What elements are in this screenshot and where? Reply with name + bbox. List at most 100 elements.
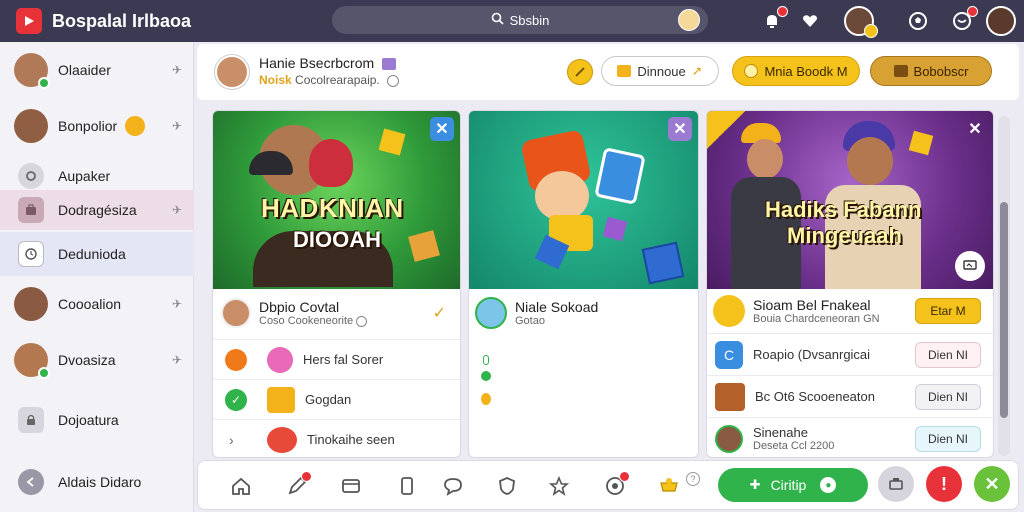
game-card-image[interactable]: Hadiks Fabann Mingeuaah <box>707 111 993 289</box>
sidebar-item-label: Bonpolior <box>58 118 118 134</box>
pin-icon[interactable]: ✈ <box>172 63 182 77</box>
globe-icon[interactable] <box>602 471 630 499</box>
screen-icon[interactable] <box>955 251 985 281</box>
dien-button[interactable]: Dien NI <box>915 341 981 368</box>
sidebar-item-dvoasiza[interactable]: Dvoasiza ✈ <box>0 340 194 380</box>
sidebar-item-label: Olaaider <box>58 62 111 78</box>
avatar <box>14 287 48 321</box>
card-header-row[interactable]: Sioam Bel Fnakeal Bouia Chardceneoran GN… <box>707 289 993 333</box>
inventory-button[interactable] <box>878 466 914 502</box>
game-card-3: Hadiks Fabann Mingeuaah ✕ Sioam Bel Fnak… <box>706 110 994 458</box>
chest-icon <box>715 382 745 411</box>
avatar <box>14 53 50 89</box>
alert-button[interactable]: ! <box>926 466 962 502</box>
pencil-icon[interactable] <box>284 471 312 499</box>
card-icon[interactable] <box>338 473 364 499</box>
scrollbar-thumb[interactable] <box>1000 202 1008 418</box>
progress-dots <box>481 351 491 419</box>
header-name: Hanie Bsecrbcrom <box>259 55 397 71</box>
soccer-ball-icon[interactable] <box>906 9 930 33</box>
character-face <box>847 137 893 185</box>
character-face <box>747 139 783 179</box>
list-item[interactable]: › Tinokaihe seen <box>213 419 460 457</box>
help-icon[interactable]: ? <box>686 472 700 486</box>
mnia-boodk-button[interactable]: Mnia Boodk M <box>732 56 860 86</box>
info-icon[interactable] <box>356 315 368 327</box>
pin-icon[interactable]: ✈ <box>172 203 182 217</box>
search-input[interactable]: Sbsbin <box>332 6 708 34</box>
game-card-image[interactable]: HADKNIAN DIOOAH <box>213 111 460 289</box>
box-icon <box>408 230 440 262</box>
header-avatar[interactable] <box>215 55 249 89</box>
refresh-icon: C <box>715 340 743 369</box>
header-sub-text: Cocolrearapaip. <box>295 73 380 87</box>
primary-action-button[interactable]: ✚ Ciritip ● <box>718 468 868 502</box>
shield-icon[interactable] <box>494 473 520 499</box>
bobobscr-button[interactable]: Bobobscr <box>870 56 992 86</box>
profile-avatar[interactable] <box>986 6 1016 36</box>
cart-icon[interactable] <box>656 473 682 499</box>
app-logo-icon[interactable] <box>16 8 42 34</box>
dinnoue-button[interactable]: Dinnoue ➚ <box>601 56 719 86</box>
sidebar-item-label: Dedunioda <box>58 246 126 262</box>
card-header-row[interactable]: Niale Sokoad Gotao <box>469 289 698 337</box>
list-item[interactable]: ✓ Gogdan <box>213 379 460 419</box>
bag-icon <box>18 197 44 223</box>
box-icon <box>378 128 406 156</box>
card-header-row[interactable]: Dbpio Covtal Coso Cookeneorite ✓ <box>213 289 460 337</box>
bell-icon[interactable] <box>760 6 788 33</box>
card-title: Dbpio Covtal <box>259 299 340 315</box>
dien-button[interactable]: Dien NI <box>915 425 981 452</box>
heart-icon[interactable] <box>798 9 822 33</box>
arrow-icon: ➚ <box>691 63 703 78</box>
chat-icon[interactable] <box>950 6 978 33</box>
coin-icon[interactable] <box>567 59 593 85</box>
list-item-label: Roapio (Dvsanrgicai <box>753 347 871 362</box>
pin-icon[interactable]: ✈ <box>172 297 182 311</box>
search-avatar[interactable] <box>678 9 700 31</box>
list-item[interactable]: Sinenahe Deseta Ccl 2200 Dien NI <box>707 417 993 457</box>
check-circle-icon: ✓ <box>225 388 247 411</box>
chat-bubble-icon[interactable] <box>440 473 466 499</box>
close-button[interactable]: ✕ <box>430 117 454 141</box>
status-dot-icon <box>225 348 247 371</box>
game-banner-subtitle: Mingeuaah <box>787 223 902 248</box>
close-button[interactable]: ✕ <box>963 117 987 141</box>
sidebar-item-dojoatura[interactable]: Dojoatura <box>0 400 194 440</box>
list-item-label: Tinokaihe seen <box>307 432 395 447</box>
sidebar-item-coooalion[interactable]: Coooalion ✈ <box>0 284 194 324</box>
star-icon[interactable] <box>546 473 572 499</box>
list-item[interactable]: Bc Ot6 Scooeneaton Dien NI <box>707 375 993 417</box>
fire-badge-icon <box>125 116 146 136</box>
gem-icon <box>602 216 628 242</box>
etar-button[interactable]: Etar M <box>915 298 981 324</box>
close-action-button[interactable]: ✕ <box>974 466 1010 502</box>
treasure-icon <box>893 65 908 77</box>
close-button[interactable]: ✕ <box>668 117 692 141</box>
dien-button[interactable]: Dien NI <box>915 383 981 410</box>
sidebar-item-dodragesiza[interactable]: Dodragésiza ✈ <box>0 190 194 230</box>
avatar <box>713 295 745 327</box>
sidebar-item-dedunioda[interactable]: Dedunioda <box>0 232 194 276</box>
character-icon <box>267 346 293 373</box>
sidebar-item-aldais-didaro[interactable]: Aldais Didaro <box>0 462 194 502</box>
list-item[interactable]: C Roapio (Dvsanrgicai Dien NI <box>707 333 993 375</box>
sidebar-item-label: Aldais Didaro <box>58 474 142 490</box>
scrollbar[interactable] <box>998 116 1010 456</box>
heart-badge-icon <box>267 426 297 453</box>
phone-icon[interactable] <box>394 473 420 499</box>
sidebar-item-bonpolior[interactable]: Bonpolior ✈ <box>0 106 194 146</box>
game-card-image[interactable] <box>469 111 698 289</box>
avatar <box>475 297 507 329</box>
card-icon <box>594 147 646 205</box>
chevron-right-icon: › <box>229 431 234 448</box>
sidebar-item-olaaider[interactable]: Olaaider ✈ <box>0 50 194 90</box>
list-item-label: Gogdan <box>305 392 352 407</box>
home-icon[interactable] <box>228 473 254 499</box>
list-item[interactable]: Hers fal Sorer <box>213 339 460 379</box>
friend-avatar[interactable] <box>844 6 878 38</box>
cube-icon <box>641 241 685 285</box>
pin-icon[interactable]: ✈ <box>172 353 182 367</box>
pin-icon[interactable]: ✈ <box>172 119 182 133</box>
info-icon[interactable] <box>387 74 400 87</box>
